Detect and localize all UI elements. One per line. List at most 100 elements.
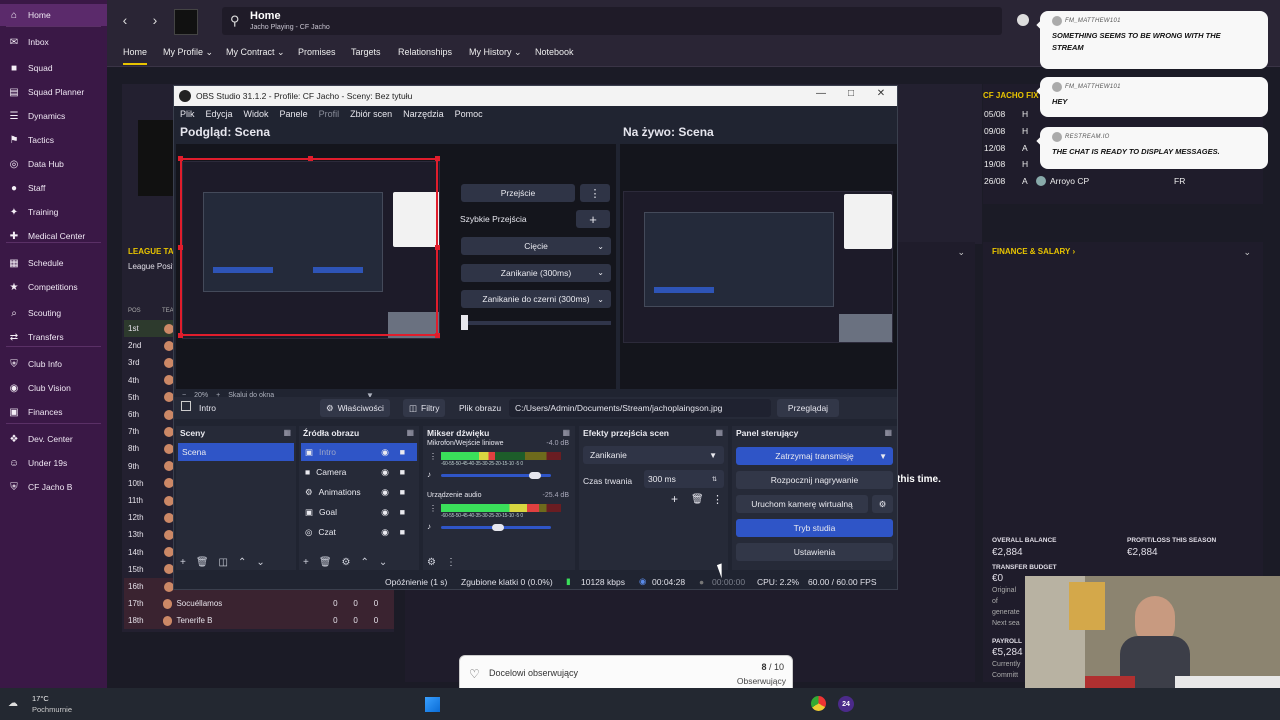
transition-select[interactable]: Zanikanie ▼ xyxy=(583,446,724,464)
trash-icon[interactable]: 🗑 xyxy=(691,494,704,505)
tab-home[interactable]: Home xyxy=(123,47,148,65)
resize-handle[interactable] xyxy=(178,156,183,161)
chevron-down-icon[interactable]: ⌄ xyxy=(597,242,604,251)
source-item[interactable]: ▣ Intro ◉ ■ xyxy=(301,443,417,461)
eye-icon[interactable]: ◉ xyxy=(381,487,389,498)
menu-pomoc[interactable]: Pomoc xyxy=(455,109,483,119)
assistant-icon[interactable] xyxy=(1017,14,1029,26)
sidebar-item-under-19s[interactable]: ☺ Under 19s xyxy=(0,452,107,474)
dock-float-icon[interactable]: ▦ xyxy=(283,428,291,437)
windows-start-icon[interactable] xyxy=(425,697,440,712)
forward-button[interactable]: › xyxy=(143,8,167,32)
lock-icon[interactable]: ■ xyxy=(400,527,405,537)
back-button[interactable]: ‹ xyxy=(113,8,137,32)
sidebar-item-dynamics[interactable]: ☰ Dynamics xyxy=(0,105,107,127)
more-icon[interactable]: ⋮ xyxy=(446,557,456,568)
dock-float-icon[interactable]: ▦ xyxy=(562,428,570,437)
volume-slider-knob[interactable] xyxy=(528,472,541,479)
virtual-camera-settings-icon[interactable]: ⚙ xyxy=(872,495,893,513)
add-icon[interactable]: + xyxy=(671,492,678,506)
volume-slider[interactable] xyxy=(441,524,551,531)
sidebar-item-scouting[interactable]: ⌕ Scouting xyxy=(0,302,107,324)
trash-icon[interactable]: 🗑 xyxy=(319,557,332,568)
audio-settings-icon[interactable]: ⚙ xyxy=(427,557,436,568)
t-bar[interactable] xyxy=(461,315,611,330)
more-icon[interactable]: ⋮ xyxy=(712,493,723,506)
sidebar-item-data-hub[interactable]: ◎ Data Hub xyxy=(0,153,107,175)
menu-plik[interactable]: Plik xyxy=(180,109,195,119)
menu-profil[interactable]: Profil xyxy=(319,109,340,119)
speaker-icon[interactable]: ♪ xyxy=(427,470,431,479)
tab-my-profile[interactable]: My Profile ⌄ xyxy=(163,47,213,58)
resize-handle[interactable] xyxy=(435,333,440,338)
lock-icon[interactable]: ■ xyxy=(400,447,405,457)
gear-icon[interactable]: ⚙ xyxy=(342,557,351,568)
menu-zbi-r-scen[interactable]: Zbiór scen xyxy=(350,109,392,119)
tab-my-history[interactable]: My History ⌄ xyxy=(469,47,522,58)
sidebar-item-finances[interactable]: ▣ Finances xyxy=(0,401,107,423)
eye-icon[interactable]: ◉ xyxy=(381,507,389,518)
sidebar-item-club-vision[interactable]: ◉ Club Vision xyxy=(0,377,107,399)
chevron-down-icon[interactable]: ⌄ xyxy=(597,268,604,277)
sidebar-item-tactics[interactable]: ⚑ Tactics xyxy=(0,129,107,151)
volume-slider-knob[interactable] xyxy=(492,524,505,531)
app-24-icon[interactable]: 24 xyxy=(838,696,854,712)
chevron-down-icon[interactable]: ⌄ xyxy=(957,247,965,258)
finance-title[interactable]: FINANCE & SALARY › xyxy=(992,247,1075,256)
sidebar-item-cf-jacho-b[interactable]: ⛨ CF Jacho B xyxy=(0,476,107,498)
virtual-camera-button[interactable]: Uruchom kamerę wirtualną xyxy=(736,495,868,513)
lock-icon[interactable]: ■ xyxy=(400,487,405,497)
tab-notebook[interactable]: Notebook xyxy=(535,47,574,57)
stepper-icon[interactable]: ⇅ xyxy=(712,476,717,483)
transition-button[interactable]: Przejście xyxy=(461,184,575,202)
add-icon[interactable]: + xyxy=(180,557,186,568)
obs-titlebar[interactable]: OBS Studio 31.1.2 - Profile: CF Jacho - … xyxy=(174,86,897,106)
sidebar-item-inbox[interactable]: ✉ Inbox xyxy=(0,31,107,53)
sidebar-item-club-info[interactable]: ⛨ Club Info xyxy=(0,353,107,375)
table-row[interactable]: 18th Tenerife B 0 0 0 xyxy=(124,612,394,630)
eye-off-icon[interactable]: ◉ xyxy=(381,447,389,458)
source-item[interactable]: ⚙ Animations ◉ ■ xyxy=(301,483,417,501)
source-item[interactable]: ■ Camera ◉ ■ xyxy=(301,463,417,481)
fixture-row[interactable]: 26/08 A Arroyo CP FR xyxy=(984,173,1234,189)
maximize-icon[interactable]: □ xyxy=(841,88,861,99)
sidebar-item-training[interactable]: ✦ Training xyxy=(0,201,107,223)
resize-handle[interactable] xyxy=(178,245,183,250)
menu-edycja[interactable]: Edycja xyxy=(206,109,233,119)
chrome-icon[interactable] xyxy=(811,696,826,711)
up-icon[interactable]: ⌃ xyxy=(361,557,369,568)
t-bar-handle[interactable] xyxy=(461,315,468,330)
speaker-icon[interactable]: ♪ xyxy=(427,522,431,531)
sidebar-item-staff[interactable]: ● Staff xyxy=(0,177,107,199)
sidebar-item-squad[interactable]: ■ Squad xyxy=(0,57,107,79)
sidebar-item-competitions[interactable]: ★ Competitions xyxy=(0,276,107,298)
close-icon[interactable]: ✕ xyxy=(871,88,891,99)
transition-menu-icon[interactable]: ⋮ xyxy=(580,184,610,202)
minimize-icon[interactable]: — xyxy=(811,88,831,99)
trash-icon[interactable]: 🗑 xyxy=(196,557,209,568)
table-row[interactable]: 17th Socuéllamos 0 0 0 xyxy=(124,595,394,613)
sidebar-item-home[interactable]: ⌂ Home xyxy=(0,4,107,26)
quick-transition-item[interactable]: Zanikanie (300ms) ⌄ xyxy=(461,263,611,282)
filter-icon[interactable]: ◫ xyxy=(219,557,228,568)
quick-transition-item[interactable]: Cięcie ⌄ xyxy=(461,237,611,255)
resize-handle[interactable] xyxy=(435,245,440,250)
search-bar[interactable]: ⚲ Home Jacho Playing - CF Jacho xyxy=(222,7,1002,35)
volume-slider[interactable] xyxy=(441,472,551,479)
down-icon[interactable]: ⌄ xyxy=(379,557,387,568)
add-quick-transition-icon[interactable]: + xyxy=(576,210,610,228)
tab-targets[interactable]: Targets xyxy=(351,47,381,57)
quick-transition-item[interactable]: Zanikanie do czerni (300ms) ⌄ xyxy=(461,290,611,309)
settings-button[interactable]: Ustawienia xyxy=(736,543,893,561)
chevron-down-icon[interactable]: ▼ xyxy=(879,452,887,461)
menu-widok[interactable]: Widok xyxy=(244,109,269,119)
lock-icon[interactable]: ■ xyxy=(400,507,405,517)
sidebar-item-medical-center[interactable]: ✚ Medical Center xyxy=(0,225,107,247)
resize-handle[interactable] xyxy=(178,333,183,338)
more-icon[interactable]: ⋮ xyxy=(429,452,437,461)
dock-float-icon[interactable]: ▦ xyxy=(884,428,892,437)
down-icon[interactable]: ⌄ xyxy=(256,557,264,568)
start-recording-button[interactable]: Rozpocznij nagrywanie xyxy=(736,471,893,489)
scene-item[interactable]: Scena xyxy=(178,443,294,461)
dock-float-icon[interactable]: ▦ xyxy=(406,428,414,437)
